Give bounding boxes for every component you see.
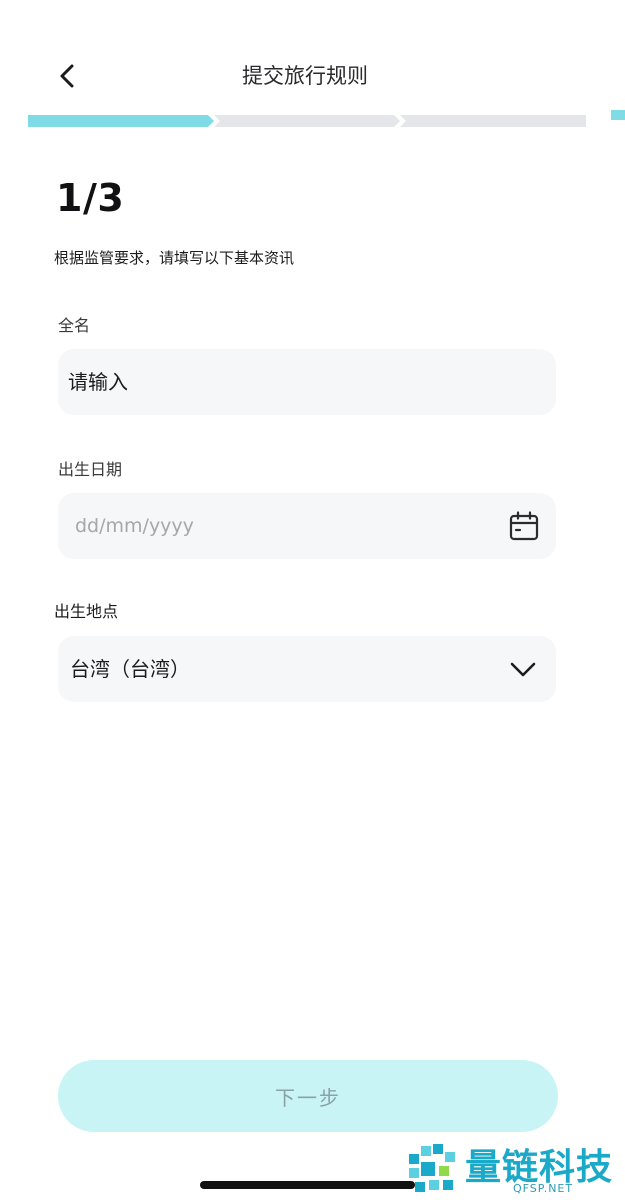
birth-date-input[interactable] — [58, 493, 556, 559]
birth-place-select[interactable]: 台湾（台湾） — [58, 636, 556, 702]
back-button[interactable] — [50, 58, 86, 94]
calendar-icon[interactable] — [508, 510, 540, 542]
step-segment-1 — [28, 115, 214, 127]
step-progress-bar — [28, 115, 586, 127]
chevron-down-icon[interactable] — [508, 657, 538, 681]
birth-place-value: 台湾（台湾） — [70, 657, 190, 681]
full-name-field[interactable] — [58, 349, 556, 415]
birth-place-label: 出生地点 — [54, 602, 119, 621]
step-segment-3 — [400, 115, 586, 127]
full-name-input[interactable] — [58, 349, 556, 415]
birth-date-field[interactable] — [58, 493, 556, 559]
step-segment-2 — [214, 115, 400, 127]
next-step-indicator — [611, 110, 625, 120]
watermark-logo: 量链科技 QFSP.NET — [405, 1138, 625, 1200]
page: 提交旅行规则 1/3 根据监管要求，请填写以下基本资讯 全名 出生日期 出生地点… — [0, 0, 625, 1200]
full-name-label: 全名 — [58, 316, 91, 335]
watermark-subtext: QFSP.NET — [513, 1182, 574, 1195]
page-title: 提交旅行规则 — [242, 64, 368, 88]
next-step-button[interactable]: 下一步 — [58, 1060, 558, 1132]
watermark-logo-icon — [409, 1144, 455, 1192]
intro-text: 根据监管要求，请填写以下基本资讯 — [54, 249, 295, 267]
home-indicator[interactable] — [200, 1181, 415, 1189]
step-counter: 1/3 — [56, 176, 125, 220]
chevron-left-icon — [60, 64, 74, 88]
birth-date-label: 出生日期 — [58, 460, 123, 479]
